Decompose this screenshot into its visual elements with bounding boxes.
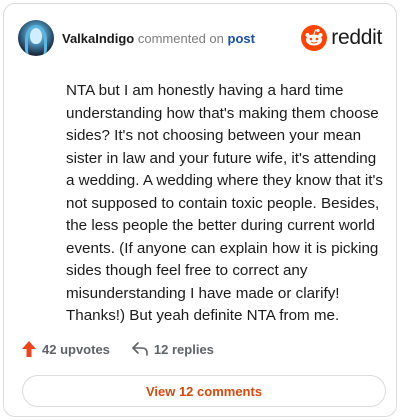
username-link[interactable]: ValkaIndigo [62,31,134,46]
comment-actions: 42 upvotes 12 replies [22,341,236,357]
upvote-arrow-icon [22,341,36,357]
upvote-button[interactable]: 42 upvotes [22,341,110,357]
reddit-logo-icon [301,25,328,51]
reply-count: 12 replies [153,341,214,357]
reddit-wordmark: reddit [331,26,382,49]
view-comments-button[interactable]: View 12 comments [22,375,386,407]
upvote-count: 42 upvotes [42,341,110,357]
action-text: commented on [137,30,224,46]
reddit-brand[interactable]: reddit [301,25,382,51]
reply-icon [132,342,148,356]
avatar[interactable] [18,20,54,56]
comment-header: ValkaIndigo commented on post reddit [18,18,382,58]
comment-body: NTA but I am honestly having a hard time… [66,82,383,324]
reply-button[interactable]: 12 replies [132,342,214,357]
comment-meta: ValkaIndigo commented on post [62,31,255,46]
comment-card: ValkaIndigo commented on post reddit NTA… [3,3,397,417]
post-link[interactable]: post [228,31,255,46]
